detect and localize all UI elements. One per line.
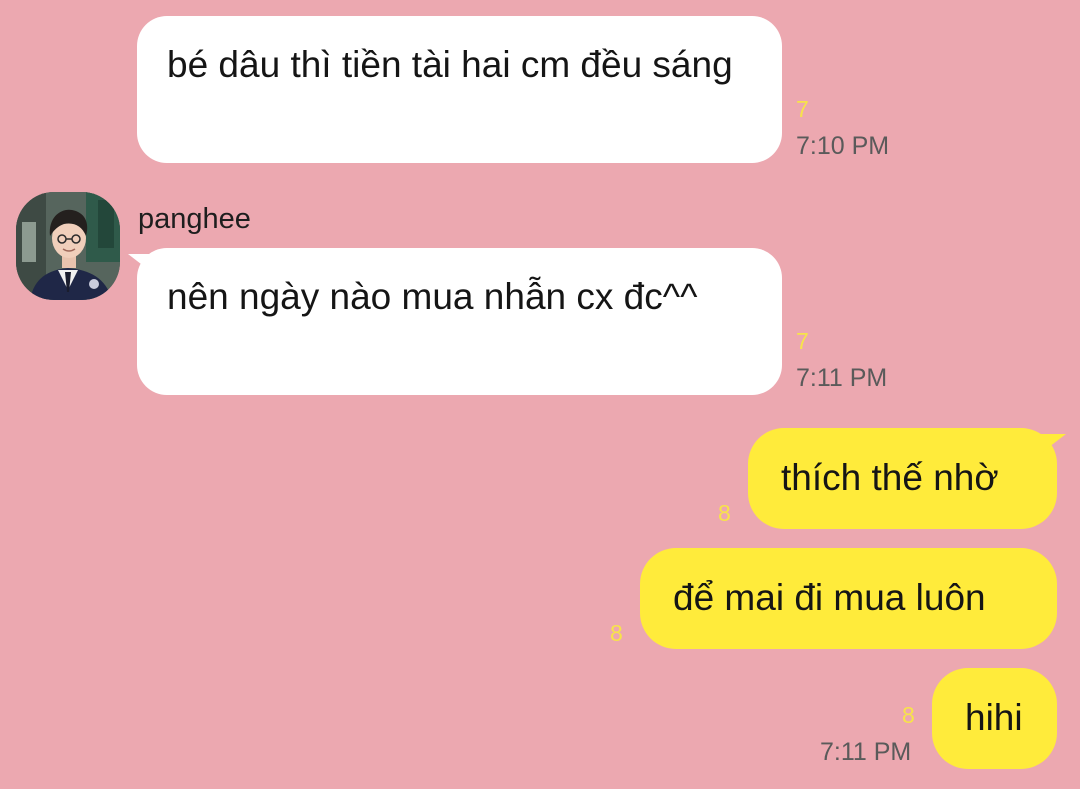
outgoing-message-bubble[interactable]: thích thế nhờ [748,428,1066,529]
message-text: hihi [965,697,1023,738]
unread-count: 7 [796,328,809,354]
message-timestamp: 7:10 PM [796,132,890,160]
message-timestamp: 7:11 PM [820,738,912,766]
message-text: để mai đi mua luôn [673,577,986,618]
outgoing-message-bubble[interactable]: hihi [932,668,1057,769]
message-text: nên ngày nào mua nhẫn cx đc^^ [167,276,698,317]
avatar-image [16,192,120,300]
message-text: bé dâu thì tiền tài hai cm đều sáng [167,44,733,85]
incoming-message-bubble[interactable]: bé dâu thì tiền tài hai cm đều sáng [137,16,782,163]
outgoing-message-bubble[interactable]: để mai đi mua luôn [640,548,1057,649]
panghee-avatar[interactable] [16,192,120,300]
unread-count: 8 [718,500,731,526]
unread-count: 8 [610,620,623,646]
message-timestamp: 7:11 PM [796,364,888,392]
unread-count: 8 [902,702,915,728]
unread-count: 7 [796,96,809,122]
sender-name: panghee [138,203,251,235]
incoming-message-bubble[interactable]: nên ngày nào mua nhẫn cx đc^^ [128,248,782,395]
bubble-tail [128,254,154,274]
bubble-tail [1040,434,1066,454]
message-text: thích thế nhờ [781,457,999,498]
